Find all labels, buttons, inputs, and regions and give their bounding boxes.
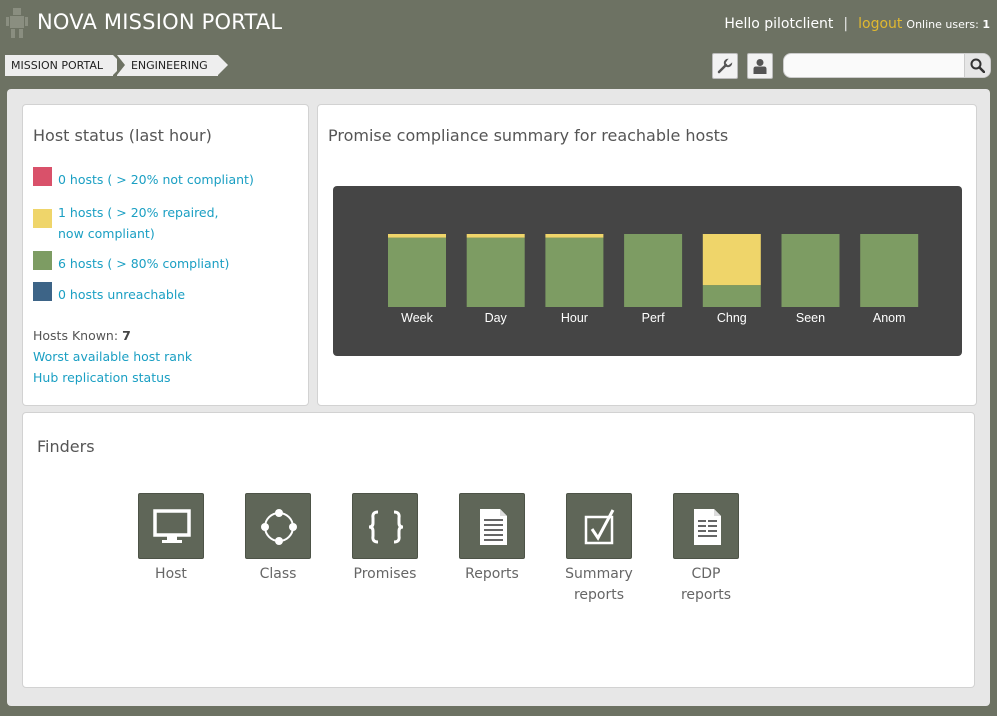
finder-label: Host xyxy=(155,566,187,582)
tools-button[interactable] xyxy=(712,53,738,79)
document-icon xyxy=(694,509,721,545)
legend-label: 1 hosts ( > 20% repaired, now compliant) xyxy=(58,205,219,241)
finder-reports-tile[interactable] xyxy=(459,493,525,559)
bar-day-series-0 xyxy=(466,237,525,307)
main-content: Host status (last hour) 0 hosts ( > 20% … xyxy=(7,89,990,706)
compliance-title: Promise compliance summary for reachable… xyxy=(328,126,729,145)
breadcrumb: MISSION PORTAL ENGINEERING xyxy=(5,55,228,76)
robot-logo-icon xyxy=(6,8,28,38)
hub-replication-link[interactable]: Hub replication status xyxy=(33,370,171,385)
legend-swatch-green xyxy=(33,251,52,270)
search-box xyxy=(783,53,991,78)
monitor-icon xyxy=(153,509,191,543)
finders-panel: Finders Host Class Promises Reports Summ… xyxy=(22,412,975,688)
user-area: Hello pilotclient | logout Online users: 1 xyxy=(724,16,990,32)
tick-label-perf: Perf xyxy=(642,311,665,325)
tick-label-anom: Anom xyxy=(873,311,906,325)
header: NOVA MISSION PORTAL Hello pilotclient | lo… xyxy=(0,0,997,90)
legend-label: 0 hosts ( > 20% not compliant) xyxy=(58,172,254,187)
host-status-panel: Host status (last hour) 0 hosts ( > 20% … xyxy=(22,104,309,406)
finder-class-tile[interactable] xyxy=(245,493,311,559)
legend-swatch-red xyxy=(33,167,52,186)
checkbox-icon xyxy=(584,509,615,545)
finder-label: Reports xyxy=(465,566,519,582)
tick-label-day: Day xyxy=(485,311,508,325)
bar-day-series-1 xyxy=(466,234,525,238)
host-status-title: Host status (last hour) xyxy=(33,126,212,145)
legend-label: 0 hosts unreachable xyxy=(58,287,186,302)
bar-hour-series-1 xyxy=(545,234,604,238)
braces-icon xyxy=(368,510,404,544)
wrench-icon xyxy=(717,58,733,74)
bar-chng-series-0 xyxy=(702,285,761,307)
finder-label: Promises xyxy=(353,566,417,582)
document-icon xyxy=(480,509,507,545)
finder-label: Summary reports xyxy=(565,566,633,603)
finder-label: CDP reports xyxy=(680,566,732,603)
header-separator: | xyxy=(843,16,849,32)
finder-promises[interactable]: Promises xyxy=(340,493,430,585)
worst-host-rank-link[interactable]: Worst available host rank xyxy=(33,349,192,364)
bar-chng-series-1 xyxy=(702,234,761,286)
search-button[interactable] xyxy=(964,54,990,77)
finder-summary-reports-tile[interactable] xyxy=(566,493,632,559)
finders-title: Finders xyxy=(37,437,95,456)
finder-label: Class xyxy=(259,566,297,582)
search-icon xyxy=(970,58,985,73)
online-users: Online users: 1 xyxy=(906,18,990,31)
finder-class[interactable]: Class xyxy=(233,493,323,585)
bar-perf-series-0 xyxy=(624,234,683,307)
compliance-panel: Promise compliance summary for reachable… xyxy=(317,104,977,406)
tick-label-week: Week xyxy=(401,311,433,325)
finder-promises-tile[interactable] xyxy=(352,493,418,559)
bar-seen-series-0 xyxy=(781,234,840,307)
finder-host[interactable]: Host xyxy=(126,493,216,585)
finder-cdp-reports-tile[interactable] xyxy=(673,493,739,559)
finder-reports[interactable]: Reports xyxy=(447,493,537,585)
legend-swatch-blue xyxy=(33,282,52,301)
legend-swatch-yellow xyxy=(33,209,52,228)
compliance-chart-svg: Week Day Hour Perf Chng Seen Anom xyxy=(388,234,919,325)
logout-link[interactable]: logout xyxy=(858,16,902,32)
online-users-label: Online users: xyxy=(906,18,979,31)
online-users-count: 1 xyxy=(982,18,990,31)
tick-label-seen: Seen xyxy=(796,311,825,325)
greeting: Hello pilotclient xyxy=(724,16,834,32)
compliance-chart: Week Day Hour Perf Chng Seen Anom xyxy=(333,186,962,356)
hosts-known-value: 7 xyxy=(122,328,131,343)
app-title: NOVA MISSION PORTAL xyxy=(37,10,283,34)
hosts-known: Hosts Known: 7 xyxy=(33,328,131,343)
finder-cdp-reports[interactable]: CDP reports xyxy=(661,493,751,606)
breadcrumb-mission-portal[interactable]: MISSION PORTAL xyxy=(5,55,123,76)
class-circle-icon xyxy=(261,509,297,545)
finder-summary-reports[interactable]: Summary reports xyxy=(554,493,644,606)
bar-hour-series-0 xyxy=(545,237,604,307)
user-button[interactable] xyxy=(747,53,773,79)
legend-label: 6 hosts ( > 80% compliant) xyxy=(58,256,230,271)
breadcrumb-engineering[interactable]: ENGINEERING xyxy=(116,55,228,76)
bar-anom-series-0 xyxy=(860,234,919,307)
bar-week-series-1 xyxy=(388,234,446,238)
tick-label-hour: Hour xyxy=(561,311,588,325)
search-input[interactable] xyxy=(790,56,960,75)
hosts-known-label: Hosts Known: xyxy=(33,328,119,343)
tick-label-chng: Chng xyxy=(717,311,747,325)
bar-week-series-0 xyxy=(388,237,446,307)
finder-host-tile[interactable] xyxy=(138,493,204,559)
user-icon xyxy=(753,59,767,74)
